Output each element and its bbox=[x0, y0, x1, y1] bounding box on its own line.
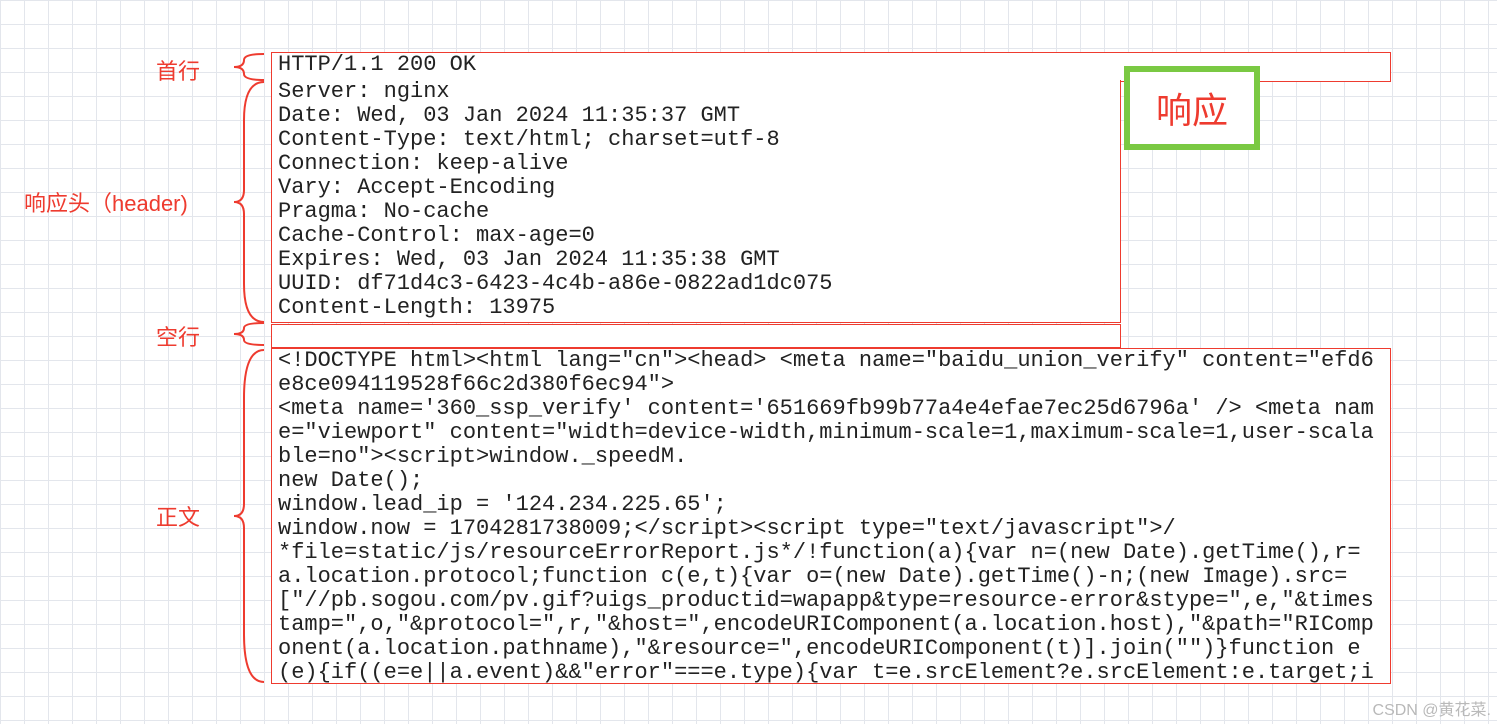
response-badge: 响应 bbox=[1124, 66, 1260, 150]
label-blank-line: 空行 bbox=[156, 320, 200, 352]
headers-content: Server: nginx Date: Wed, 03 Jan 2024 11:… bbox=[272, 80, 1120, 320]
brace-body bbox=[206, 348, 266, 684]
blank-line-box bbox=[271, 324, 1121, 348]
label-header: 响应头（header) bbox=[24, 186, 188, 218]
header-box: Server: nginx Date: Wed, 03 Jan 2024 11:… bbox=[271, 80, 1121, 323]
blank-line-content bbox=[272, 325, 1120, 348]
label-first-line: 首行 bbox=[156, 54, 200, 86]
watermark: CSDN @黄花菜. bbox=[1373, 696, 1491, 720]
body-box: <!DOCTYPE html><html lang="cn"><head> <m… bbox=[271, 348, 1391, 684]
label-body: 正文 bbox=[156, 500, 200, 532]
brace-first-line bbox=[206, 52, 266, 82]
brace-header bbox=[206, 80, 266, 324]
brace-blank-line bbox=[206, 321, 266, 347]
body-content: <!DOCTYPE html><html lang="cn"><head> <m… bbox=[272, 349, 1390, 684]
